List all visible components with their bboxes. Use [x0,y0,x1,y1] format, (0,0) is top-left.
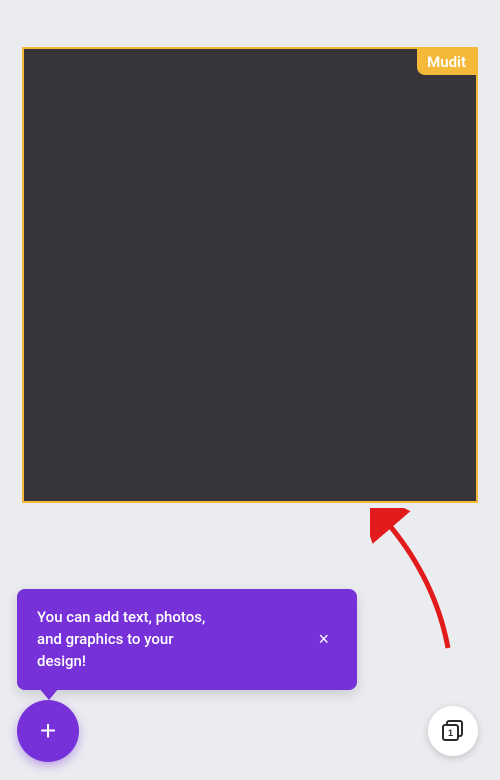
onboarding-tooltip: You can add text, photos, and graphics t… [17,589,357,690]
pages-button[interactable]: 1 [428,706,478,756]
tooltip-pointer [39,688,59,700]
collaborator-name: Mudit [427,53,466,71]
tooltip-close-button[interactable]: × [310,625,337,654]
close-icon: × [318,629,329,649]
plus-icon: + [40,715,56,747]
page-count: 1 [442,724,459,741]
collaborator-badge: Mudit [417,49,476,75]
annotation-arrow-icon [370,508,460,658]
pages-icon: 1 [442,720,464,742]
design-canvas[interactable]: Mudit [22,47,478,503]
add-element-button[interactable]: + [17,700,79,762]
tooltip-message: You can add text, photos, and graphics t… [37,607,217,672]
